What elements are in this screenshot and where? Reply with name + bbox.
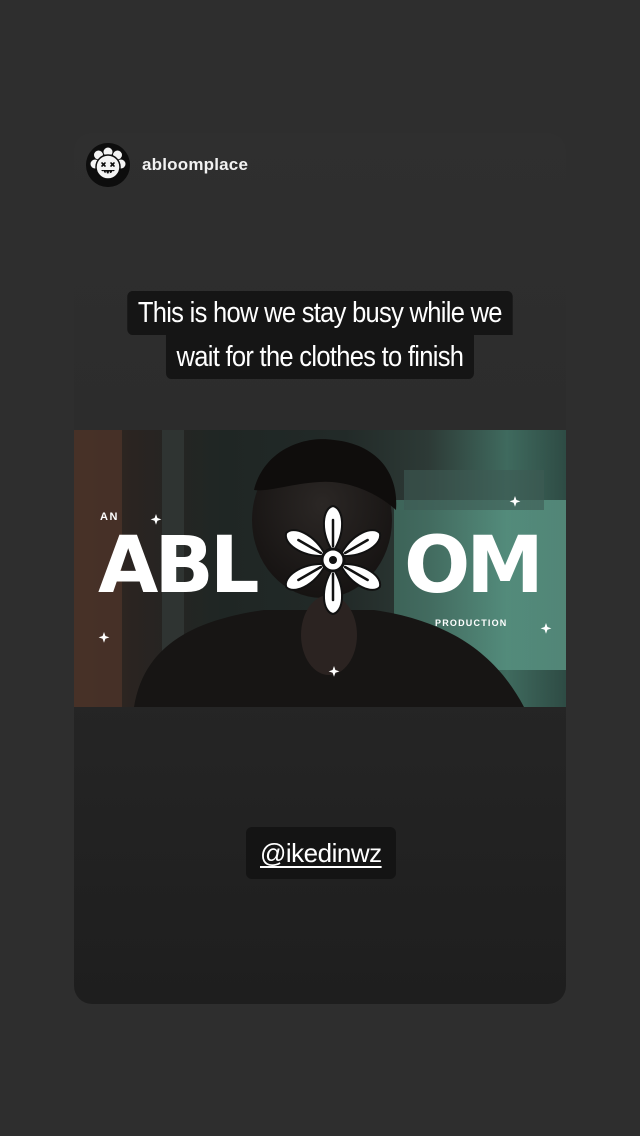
profile-avatar[interactable] (86, 143, 130, 187)
caption-sticker: This is how we stay busy while we wait f… (74, 291, 566, 379)
flower-face-avatar-icon (86, 143, 130, 187)
mention-text[interactable]: @ikedinwz (260, 838, 382, 869)
sparkle-icon (328, 666, 340, 677)
sparkle-group (98, 496, 552, 677)
sparkle-icon (540, 623, 552, 634)
video-frame[interactable]: AN ABL OM PRODUCTION (74, 430, 566, 707)
story-screen: abloomplace This is how we stay busy whi… (0, 0, 640, 1136)
username-label[interactable]: abloomplace (142, 155, 248, 175)
story-card[interactable]: abloomplace This is how we stay busy whi… (74, 133, 566, 1004)
mention-sticker[interactable]: @ikedinwz (246, 827, 396, 879)
caption-line-1: This is how we stay busy while we (127, 291, 513, 335)
sparkle-icon (509, 496, 521, 507)
sparkle-icon (98, 632, 110, 643)
story-header: abloomplace (86, 143, 248, 187)
sparkle-icon (150, 514, 162, 525)
caption-line-2: wait for the clothes to finish (166, 335, 474, 379)
